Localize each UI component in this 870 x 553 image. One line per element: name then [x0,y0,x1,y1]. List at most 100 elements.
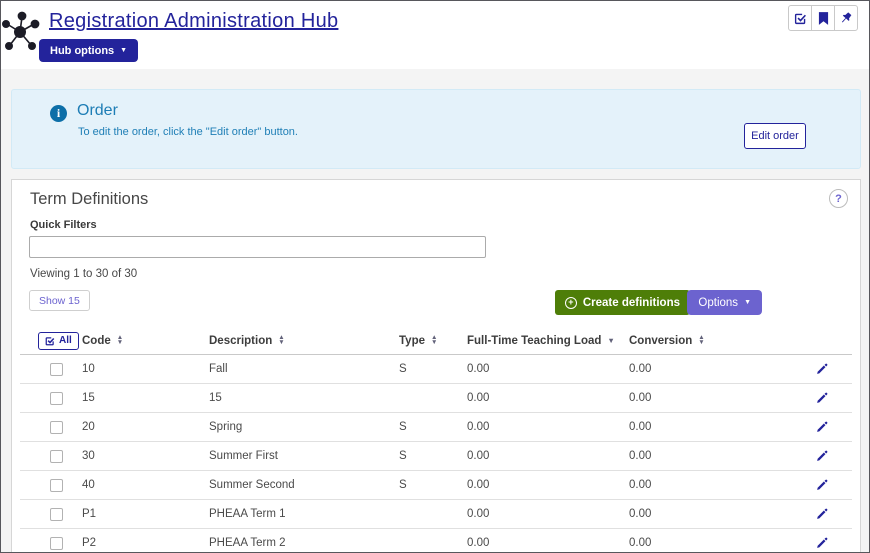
select-all-label: All [59,335,72,346]
plus-circle-icon: + [564,296,577,309]
edit-row-button[interactable] [813,419,830,436]
row-checkbox[interactable] [50,507,63,521]
cell-full-time-teaching-load: 0.00 [467,450,490,462]
edit-row-button[interactable] [813,506,830,523]
cell-code: 10 [82,363,95,375]
cell-code: 15 [82,392,95,404]
row-checkbox[interactable] [50,391,63,405]
pencil-icon [817,421,828,432]
cell-description: Fall [209,363,228,375]
cell-type: S [399,421,407,433]
cell-description: PHEAA Term 1 [209,508,286,520]
cell-full-time-teaching-load: 0.00 [467,363,490,375]
check-square-icon [794,13,806,24]
sort-icon: ▲ ▼ [116,334,124,346]
table-row: P2 PHEAA Term 2 0.00 0.00 [20,529,852,552]
cell-full-time-teaching-load: 0.00 [467,508,490,520]
hub-options-button[interactable]: Hub options ▼ [39,39,139,62]
edit-row-button[interactable] [813,535,830,552]
table-body: 10 Fall S 0.00 0.00 15 15 0.00 0.00 20 S… [20,355,852,552]
cell-full-time-teaching-load: 0.00 [467,479,490,491]
term-definitions-panel: Term Definitions ? Quick Filters Viewing… [11,179,861,552]
cell-code: 20 [82,421,95,433]
sort-icon: ▲ ▼ [278,334,285,346]
table-header-row: All Code ▲ ▼ Description ▲ ▼ Type ▲ ▼ Full-Tim… [20,327,852,355]
pencil-icon [817,392,828,403]
cell-full-time-teaching-load: 0.00 [467,421,490,433]
cell-type: S [399,479,407,491]
order-info-panel: i Order To edit the order, click the "Ed… [11,89,861,169]
sort-icon: ▼ [607,336,615,345]
header-toolbar [788,5,858,31]
chevron-down-icon: ▼ [120,47,128,54]
table-row: P1 PHEAA Term 1 0.00 0.00 [20,500,852,529]
term-definitions-title: Term Definitions [30,190,149,208]
cell-type: S [399,450,407,462]
check-square-icon [45,336,55,345]
bookmark-button[interactable] [811,5,835,31]
column-header-full-time-teaching-load[interactable]: Full-Time Teaching Load ▼ [467,335,629,347]
sort-icon: ▲ ▼ [698,334,705,346]
cell-code: 40 [82,479,95,491]
column-header-code[interactable]: Code ▲ ▼ [82,335,209,347]
cell-conversion: 0.00 [629,537,652,549]
pin-icon [841,12,852,23]
pin-button[interactable] [834,5,858,31]
viewing-status: Viewing 1 to 30 of 30 [30,268,138,280]
pencil-icon [817,537,828,548]
row-checkbox[interactable] [50,478,63,492]
options-button[interactable]: Options ▼ [687,290,762,315]
cell-description: 15 [209,392,222,404]
table-row: 30 Summer First S 0.00 0.00 [20,442,852,471]
quick-filters-input[interactable] [29,236,486,258]
table-row: 15 15 0.00 0.00 [20,384,852,413]
cell-type: S [399,363,407,375]
info-icon: i [50,105,67,122]
column-header-conversion[interactable]: Conversion ▲ ▼ [629,335,792,347]
row-checkbox[interactable] [50,362,63,376]
pencil-icon [817,363,828,374]
options-label: Options [698,296,739,309]
cell-description: Summer Second [209,479,295,491]
cell-conversion: 0.00 [629,450,652,462]
select-all-button[interactable]: All [38,331,79,350]
cell-conversion: 0.00 [629,392,652,404]
column-header-description[interactable]: Description ▲ ▼ [209,335,399,347]
cell-code: P1 [82,508,97,520]
pencil-icon [817,508,828,519]
help-button[interactable]: ? [829,189,848,208]
table-row: 10 Fall S 0.00 0.00 [20,355,852,384]
cell-conversion: 0.00 [629,421,652,433]
edit-order-button[interactable]: Edit order [744,123,806,149]
table-row: 40 Summer Second S 0.00 0.00 [20,471,852,500]
edit-row-button[interactable] [813,477,830,494]
cell-code: P2 [82,537,97,549]
row-checkbox[interactable] [50,420,63,434]
cell-code: 30 [82,450,95,462]
bookmark-icon [818,11,828,25]
show-15-button[interactable]: Show 15 [29,290,90,311]
order-panel-title: Order [77,102,118,119]
quick-filters-label: Quick Filters [30,219,97,231]
cell-full-time-teaching-load: 0.00 [467,537,490,549]
row-checkbox[interactable] [50,449,63,463]
app-window: Registration Administration Hub Hub opti… [0,0,870,553]
cell-conversion: 0.00 [629,508,652,520]
pencil-icon [817,450,828,461]
column-header-type[interactable]: Type ▲ ▼ [399,335,467,347]
edit-row-button[interactable] [813,448,830,465]
row-checkbox[interactable] [50,536,63,550]
cell-description: PHEAA Term 2 [209,537,286,549]
create-definitions-button[interactable]: + Create definitions [554,290,690,315]
hub-options-label: Hub options [50,44,115,57]
page-title-link[interactable]: Registration Administration Hub [49,10,338,33]
cell-description: Spring [209,421,243,433]
edit-row-button[interactable] [813,390,830,407]
edit-row-button[interactable] [813,361,830,378]
create-definitions-label: Create definitions [582,296,680,309]
cell-description: Summer First [209,450,278,462]
chevron-down-icon: ▼ [744,299,751,306]
check-square-button[interactable] [788,5,812,31]
term-definitions-table: All Code ▲ ▼ Description ▲ ▼ Type ▲ ▼ Full-Tim… [20,327,852,552]
top-bar: Registration Administration Hub Hub opti… [1,1,869,69]
